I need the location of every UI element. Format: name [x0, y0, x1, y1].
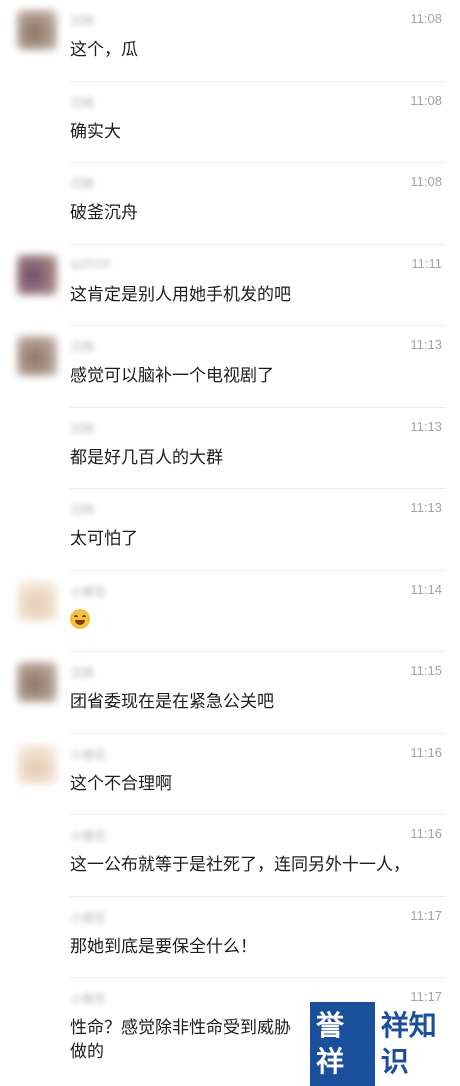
- message-text: 都是好几百人的大群: [70, 447, 223, 468]
- avatar[interactable]: [17, 254, 57, 295]
- sender-name: 沉杨: [70, 177, 95, 191]
- sender-name: 小楼花: [70, 910, 107, 925]
- chat-message[interactable]: sj2020 11:11 这肯定是别人用她手机发的吧: [0, 245, 460, 326]
- sender-name: 小楼花: [70, 829, 107, 843]
- message-time: 11:16: [410, 744, 442, 760]
- sender-name: sj2020: [70, 256, 111, 271]
- chat-message[interactable]: 沉杨 11:15 团省委现在是在紧急公关吧: [0, 652, 460, 734]
- message-text: 太可怕了: [70, 529, 138, 549]
- chat-message[interactable]: 沉杨 11:08 确实大: [0, 82, 460, 163]
- avatar[interactable]: [17, 336, 57, 376]
- chat-message[interactable]: 沉杨 11:08 破釜沉舟: [0, 163, 460, 245]
- message-text: 感觉可以脑补一个电视剧了: [70, 366, 274, 386]
- chat-message-list[interactable]: 沉杨 11:08 这个，瓜 沉杨 11:08 确实大 沉杨 11:08 破釜沉舟…: [0, 0, 460, 1080]
- chat-message[interactable]: 沉杨 11:08 这个，瓜: [0, 0, 460, 82]
- sender-name: 沉杨: [70, 340, 95, 354]
- message-time: 11:13: [410, 337, 442, 352]
- avatar[interactable]: [17, 743, 57, 784]
- message-time: 11:17: [410, 989, 442, 1004]
- message-text: 这一公布就等于是社死了，连同另外十一人，: [70, 855, 410, 875]
- message-time: 11:08: [410, 92, 442, 108]
- message-text: 那她到底是要保全什么！: [70, 936, 257, 957]
- sender-name: 小楼花: [70, 584, 107, 599]
- avatar[interactable]: [17, 580, 57, 621]
- sender-name: 小楼花: [70, 992, 107, 1006]
- sender-name: 沉杨: [70, 666, 95, 680]
- message-text: 确实大: [70, 121, 121, 142]
- message-time: 11:13: [410, 500, 442, 515]
- chat-message[interactable]: 小楼花 11:17 那她到底是要保全什么！: [0, 897, 460, 978]
- avatar[interactable]: [17, 662, 57, 702]
- message-text: [70, 608, 440, 633]
- avatar[interactable]: [17, 10, 57, 50]
- message-time: 11:11: [411, 255, 442, 271]
- watermark-text: 祥知识: [380, 1009, 437, 1078]
- message-text: 破釜沉舟: [70, 203, 138, 223]
- watermark-logo: 誉祥 祥知识: [310, 1002, 460, 1086]
- sender-name: 沉杨: [70, 421, 95, 436]
- chat-message[interactable]: 沉杨 11:13 感觉可以脑补一个电视剧了: [0, 326, 460, 408]
- chat-message[interactable]: 小楼花 11:16 这个不合理啊: [0, 734, 460, 815]
- chat-message[interactable]: 小楼花 11:14: [0, 571, 460, 652]
- message-time: 11:14: [410, 581, 442, 597]
- message-time: 11:17: [410, 907, 442, 923]
- message-time: 11:13: [410, 418, 442, 434]
- message-text: 这个，瓜: [70, 40, 138, 60]
- message-time: 11:16: [410, 826, 442, 841]
- sender-name: 沉杨: [70, 503, 95, 517]
- grin-sweat-emoji-icon: [70, 608, 90, 629]
- sender-name: 沉杨: [70, 95, 95, 110]
- watermark-box: 誉祥: [310, 1002, 375, 1086]
- message-text: 团省委现在是在紧急公关吧: [70, 692, 274, 712]
- chat-message[interactable]: 沉杨 11:13 都是好几百人的大群: [0, 408, 460, 489]
- sender-name: 沉杨: [70, 14, 95, 28]
- chat-message[interactable]: 沉杨 11:13 太可怕了: [0, 489, 460, 571]
- sender-name: 小楼花: [70, 747, 107, 762]
- chat-message[interactable]: 小楼花 11:16 这一公布就等于是社死了，连同另外十一人，: [0, 815, 460, 897]
- message-time: 11:08: [410, 174, 442, 189]
- message-text: 这肯定是别人用她手机发的吧: [70, 284, 291, 305]
- message-time: 11:15: [410, 663, 442, 678]
- message-text: 这个不合理啊: [70, 773, 172, 794]
- message-time: 11:08: [410, 11, 442, 26]
